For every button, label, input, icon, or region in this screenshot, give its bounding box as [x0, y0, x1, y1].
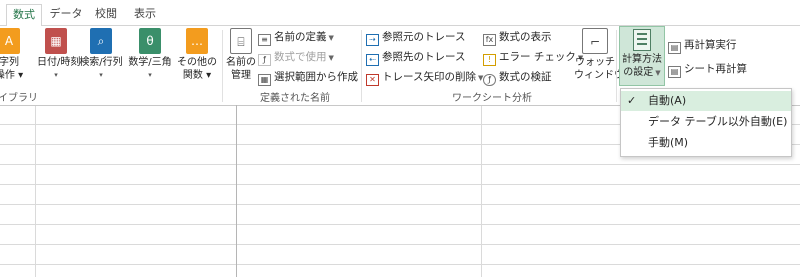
remove-arrows-button[interactable]: ✕ トレース矢印の削除 ▼: [366, 68, 483, 86]
defined-names-group-label: 定義された名前: [260, 93, 330, 104]
show-formulas-icon: fx: [483, 34, 496, 46]
tab-formulas[interactable]: 数式: [6, 4, 42, 26]
formula-auditing-group-label: ワークシート分析: [452, 93, 532, 104]
tab-review[interactable]: 校閲: [89, 4, 123, 26]
formula-tag-icon: ƒ: [258, 54, 271, 66]
grid-icon: ▦: [258, 74, 271, 86]
create-from-selection-label: 選択範囲から作成: [274, 71, 358, 83]
trace-precedents-icon: ⇢: [366, 34, 379, 46]
trace-dependents-button[interactable]: ⇠ 参照先のトレース: [366, 48, 465, 66]
trace-precedents-button[interactable]: ⇢ 参照元のトレース: [366, 28, 465, 46]
text-functions-button[interactable]: A 字列 操作 ▾: [0, 28, 24, 82]
menu-item-manual[interactable]: 手動(M): [621, 133, 791, 153]
calculation-options-button[interactable]: 計算方法 の設定 ▼: [619, 26, 665, 86]
menu-item-automatic-except-tables[interactable]: データ テーブル以外自動(E): [621, 112, 791, 132]
calculation-options-label: 計算方法: [622, 54, 662, 65]
tab-data[interactable]: データ: [47, 4, 85, 26]
create-from-selection-button[interactable]: ▦ 選択範囲から作成: [258, 68, 358, 86]
evaluate-formula-button[interactable]: ƒ 数式の検証: [483, 68, 552, 86]
name-manager-label2: 管理: [231, 70, 251, 81]
name-manager-button[interactable]: ⌸ 名前の 管理: [224, 28, 258, 82]
date-time-button[interactable]: ▦ 日付/時刻 ▾: [37, 28, 81, 82]
checkmark-icon: ✓: [627, 94, 637, 107]
lookup-dropdown-icon: ▾: [99, 71, 103, 79]
trace-dependents-icon: ⇠: [366, 54, 379, 66]
watch-window-label2: ウィンドウ: [574, 70, 624, 81]
date-time-label: 日付/時刻: [37, 57, 81, 68]
calculation-options-menu: ✓ 自動(A) データ テーブル以外自動(E) 手動(M): [620, 88, 792, 157]
text-functions-label: 字列: [0, 57, 19, 68]
group-separator: [222, 30, 223, 102]
calculate-sheet-icon: ▤: [668, 66, 681, 78]
date-time-dropdown-icon: ▾: [54, 71, 58, 79]
use-in-formula-button[interactable]: ƒ 数式で使用 ▼: [258, 48, 334, 66]
group-separator: [361, 30, 362, 102]
text-icon: A: [0, 28, 20, 54]
remove-arrows-icon: ✕: [366, 74, 379, 86]
error-checking-label: エラー チェック: [499, 51, 576, 63]
more-functions-label2: 関数 ▾: [182, 70, 212, 81]
define-name-label: 名前の定義: [274, 31, 327, 43]
menu-item-automatic-label: 自動(A): [648, 94, 687, 107]
lookup-reference-label: 検索/行列: [79, 57, 123, 68]
menu-item-automatic-except-tables-label: データ テーブル以外自動(E): [648, 115, 788, 128]
evaluate-formula-label: 数式の検証: [499, 71, 552, 83]
function-library-group-label: イブラリ: [0, 93, 38, 104]
calculate-now-button[interactable]: ▤ 再計算実行: [668, 36, 737, 54]
text-functions-label2: 操作 ▾: [0, 70, 24, 81]
error-checking-button[interactable]: ! エラー チェック ▼: [483, 48, 583, 66]
evaluate-formula-icon: ƒ: [483, 74, 496, 86]
calculator-icon: [633, 29, 651, 51]
name-manager-label: 名前の: [226, 57, 256, 68]
remove-arrows-label: トレース矢印の削除: [382, 71, 476, 83]
calculate-sheet-label: シート再計算: [684, 63, 747, 75]
show-formulas-button[interactable]: fx 数式の表示: [483, 28, 552, 46]
trace-dependents-label: 参照先のトレース: [382, 51, 466, 63]
group-separator: [616, 30, 617, 102]
show-formulas-label: 数式の表示: [499, 31, 552, 43]
tab-view[interactable]: 表示: [128, 4, 162, 26]
calculate-sheet-button[interactable]: ▤ シート再計算: [668, 60, 747, 78]
tag-icon: ≡: [258, 34, 271, 46]
more-functions-button[interactable]: … その他の 関数 ▾: [177, 28, 217, 82]
use-in-formula-label: 数式で使用: [274, 51, 327, 63]
column-boundary: [236, 105, 237, 277]
calculation-options-label2: の設定 ▼: [623, 67, 661, 78]
name-manager-icon: ⌸: [230, 28, 252, 54]
define-name-button[interactable]: ≡ 名前の定義 ▼: [258, 28, 334, 46]
glasses-icon: ⌐: [582, 28, 608, 54]
math-dropdown-icon: ▾: [148, 71, 152, 79]
more-functions-icon: …: [186, 28, 208, 54]
ribbon-tab-bar: 数式 データ 校閲 表示: [0, 0, 800, 26]
watch-window-button[interactable]: ⌐ ウォッチ ウィンドウ: [574, 28, 624, 82]
trace-precedents-label: 参照元のトレース: [382, 31, 466, 43]
lookup-icon: ⌕: [90, 28, 112, 54]
lookup-reference-button[interactable]: ⌕ 検索/行列 ▾: [79, 28, 123, 82]
error-checking-icon: !: [483, 54, 496, 66]
menu-item-manual-label: 手動(M): [648, 136, 689, 149]
calculate-now-icon: ▤: [668, 42, 681, 54]
calendar-icon: ▦: [45, 28, 67, 54]
math-icon: θ: [139, 28, 161, 54]
chevron-down-icon: ▼: [328, 34, 334, 42]
chevron-down-icon: ▼: [328, 54, 334, 62]
more-functions-label: その他の: [177, 57, 217, 68]
calculate-now-label: 再計算実行: [684, 39, 737, 51]
math-trig-button[interactable]: θ 数学/三角 ▾: [127, 28, 173, 82]
menu-item-automatic[interactable]: ✓ 自動(A): [621, 91, 791, 111]
math-trig-label: 数学/三角: [128, 57, 172, 68]
watch-window-label: ウォッチ: [575, 57, 615, 68]
